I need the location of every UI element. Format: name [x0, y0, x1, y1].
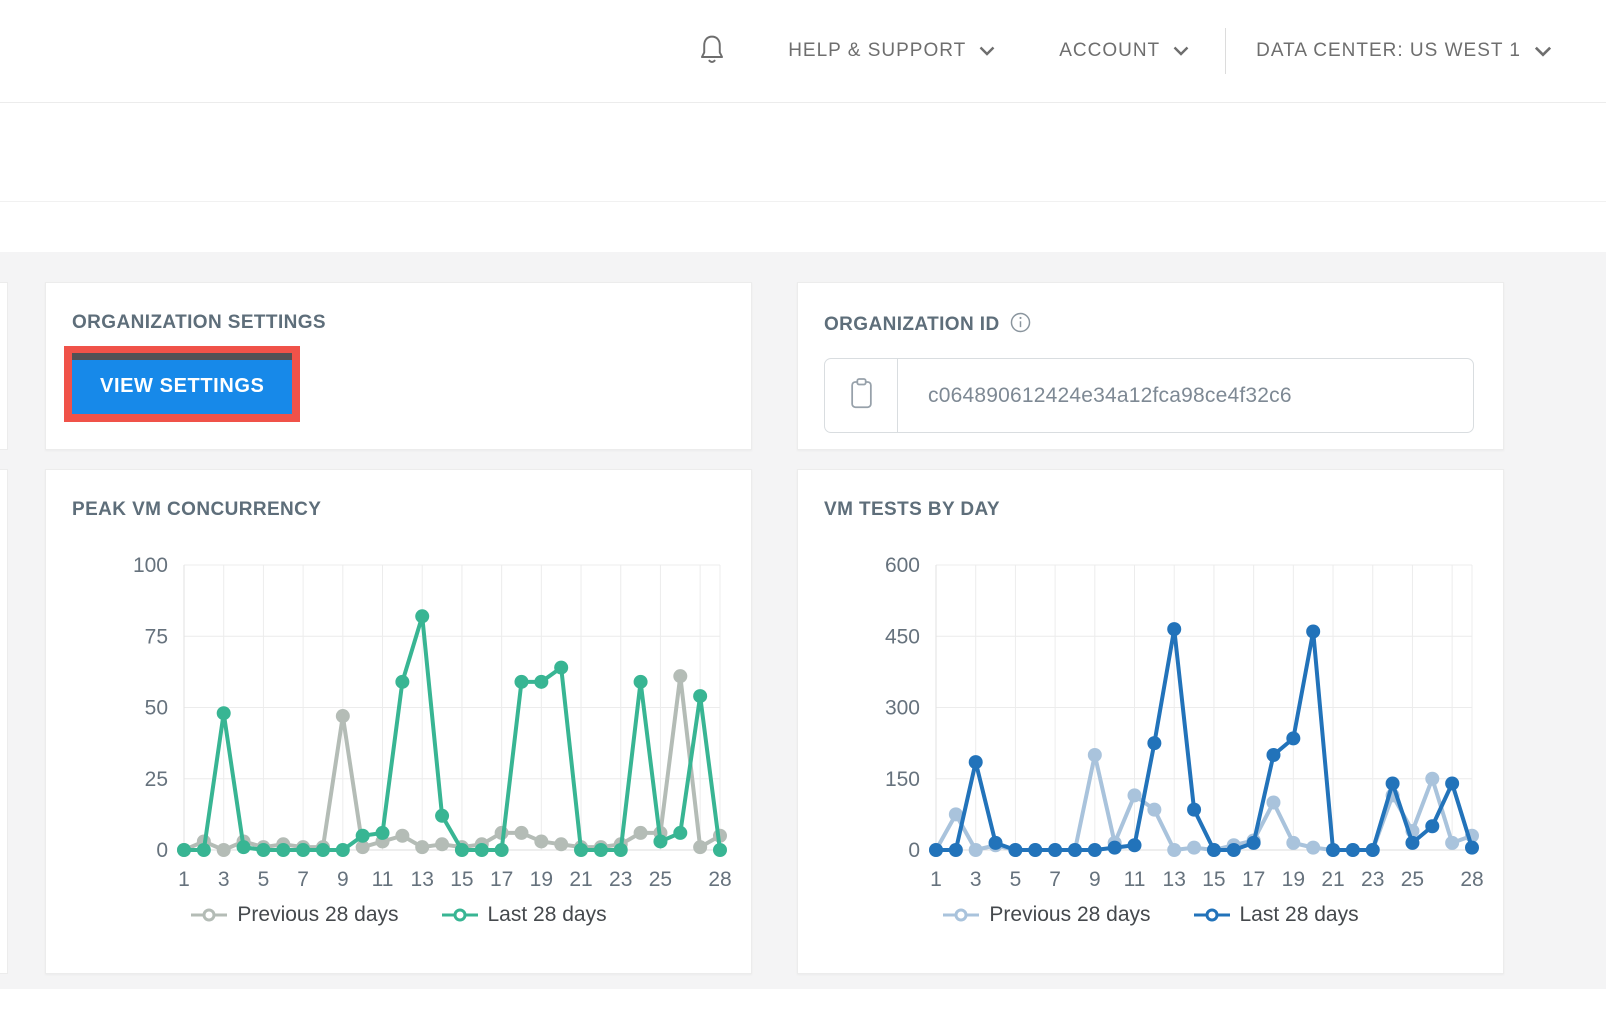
- legend-item[interactable]: Previous 28 days: [190, 903, 398, 927]
- svg-text:5: 5: [1010, 868, 1022, 891]
- svg-text:25: 25: [649, 868, 672, 891]
- organization-id-field: c064890612424e34a12fca98ce4f32c6: [824, 358, 1474, 433]
- chart-legend: Previous 28 days Last 28 days: [46, 903, 751, 927]
- chevron-down-icon: [1534, 46, 1552, 57]
- svg-text:21: 21: [569, 868, 592, 891]
- svg-text:5: 5: [258, 868, 270, 891]
- help-support-menu[interactable]: HELP & SUPPORT: [788, 40, 995, 62]
- chevron-down-icon: [1173, 46, 1189, 56]
- chart-legend: Previous 28 days Last 28 days: [798, 903, 1503, 927]
- annotation-highlight-box: VIEW SETTINGS: [64, 346, 300, 422]
- svg-text:23: 23: [609, 868, 632, 891]
- svg-text:25: 25: [1401, 868, 1424, 891]
- svg-text:7: 7: [1049, 868, 1061, 891]
- svg-text:17: 17: [1242, 868, 1265, 891]
- peak-vm-concurrency-title: PEAK VM CONCURRENCY: [46, 470, 751, 521]
- sub-header-band-2: [0, 202, 1606, 252]
- svg-text:450: 450: [885, 625, 920, 648]
- svg-text:15: 15: [1202, 868, 1225, 891]
- organization-id-value[interactable]: c064890612424e34a12fca98ce4f32c6: [898, 359, 1473, 432]
- legend-item[interactable]: Previous 28 days: [942, 903, 1150, 927]
- clipboard-icon: [848, 377, 875, 415]
- legend-item[interactable]: Last 28 days: [441, 903, 607, 927]
- annotation-dark-edge: [72, 353, 292, 360]
- svg-text:50: 50: [145, 697, 168, 720]
- svg-text:13: 13: [411, 868, 434, 891]
- nav-divider: [1225, 28, 1226, 74]
- clipped-card-left-edge: [0, 469, 8, 974]
- notifications-button[interactable]: [698, 33, 726, 70]
- svg-text:9: 9: [1089, 868, 1101, 891]
- svg-text:0: 0: [908, 839, 920, 862]
- sub-header-band: [0, 103, 1606, 202]
- svg-text:28: 28: [708, 868, 731, 891]
- legend-marker-icon: [190, 908, 228, 922]
- info-icon[interactable]: [1010, 312, 1031, 338]
- svg-text:300: 300: [885, 697, 920, 720]
- account-menu[interactable]: ACCOUNT: [1059, 40, 1189, 62]
- legend-label: Previous 28 days: [989, 903, 1150, 927]
- legend-marker-icon: [441, 908, 479, 922]
- legend-label: Last 28 days: [488, 903, 607, 927]
- svg-text:9: 9: [337, 868, 349, 891]
- copy-to-clipboard-button[interactable]: [825, 359, 898, 432]
- peak-vm-concurrency-chart: 025507510013579111315171921232528: [72, 537, 732, 897]
- clipped-card-left-edge: [0, 282, 8, 450]
- svg-text:1: 1: [178, 868, 190, 891]
- dashboard-content: ORGANIZATION SETTINGS VIEW SETTINGS ORGA…: [0, 252, 1606, 989]
- svg-text:25: 25: [145, 768, 168, 791]
- svg-text:1: 1: [930, 868, 942, 891]
- organization-settings-title: ORGANIZATION SETTINGS: [46, 283, 751, 334]
- vm-tests-by-day-card: VM TESTS BY DAY 015030045060013579111315…: [797, 469, 1504, 974]
- legend-marker-icon: [942, 908, 980, 922]
- data-center-menu[interactable]: DATA CENTER: US WEST 1: [1256, 40, 1552, 62]
- svg-text:19: 19: [530, 868, 553, 891]
- svg-text:100: 100: [133, 554, 168, 577]
- svg-text:21: 21: [1321, 868, 1344, 891]
- svg-text:3: 3: [218, 868, 230, 891]
- svg-text:75: 75: [145, 625, 168, 648]
- peak-vm-concurrency-card: PEAK VM CONCURRENCY 02550751001357911131…: [45, 469, 752, 974]
- svg-text:13: 13: [1163, 868, 1186, 891]
- bell-icon: [698, 33, 726, 70]
- svg-text:7: 7: [297, 868, 309, 891]
- svg-text:600: 600: [885, 554, 920, 577]
- legend-label: Previous 28 days: [237, 903, 398, 927]
- legend-marker-icon: [1193, 908, 1231, 922]
- top-navigation: HELP & SUPPORT ACCOUNT DATA CENTER: US W…: [0, 0, 1606, 103]
- svg-text:11: 11: [1124, 868, 1146, 891]
- svg-text:19: 19: [1282, 868, 1305, 891]
- help-support-label: HELP & SUPPORT: [788, 40, 966, 62]
- legend-label: Last 28 days: [1240, 903, 1359, 927]
- data-center-label: DATA CENTER: US WEST 1: [1256, 40, 1521, 62]
- svg-text:0: 0: [156, 839, 168, 862]
- svg-text:28: 28: [1460, 868, 1483, 891]
- vm-tests-by-day-chart: 015030045060013579111315171921232528: [824, 537, 1484, 897]
- view-settings-button[interactable]: VIEW SETTINGS: [72, 360, 292, 414]
- svg-text:11: 11: [372, 868, 394, 891]
- svg-text:3: 3: [970, 868, 982, 891]
- svg-text:17: 17: [490, 868, 513, 891]
- organization-id-title: ORGANIZATION ID: [824, 314, 1000, 336]
- page-bottom: [0, 989, 1606, 1012]
- legend-item[interactable]: Last 28 days: [1193, 903, 1359, 927]
- account-label: ACCOUNT: [1059, 40, 1160, 62]
- chevron-down-icon: [979, 46, 995, 56]
- svg-text:150: 150: [885, 768, 920, 791]
- svg-text:23: 23: [1361, 868, 1384, 891]
- organization-settings-card: ORGANIZATION SETTINGS VIEW SETTINGS: [45, 282, 752, 450]
- svg-text:15: 15: [450, 868, 473, 891]
- organization-id-card: ORGANIZATION ID c064890612424e34a12fca9: [797, 282, 1504, 450]
- vm-tests-by-day-title: VM TESTS BY DAY: [798, 470, 1503, 521]
